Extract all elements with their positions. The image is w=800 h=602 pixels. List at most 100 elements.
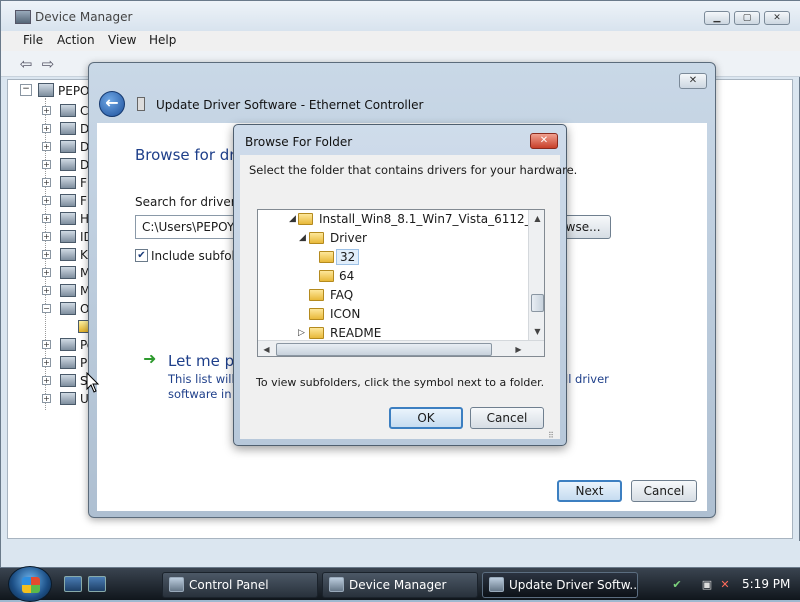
cancel-button[interactable]: Cancel: [631, 480, 697, 502]
folder-icon: [319, 270, 334, 282]
folder-tree-item-selected[interactable]: 32: [258, 248, 528, 267]
taskbar-button-device-manager[interactable]: Device Manager: [322, 572, 478, 598]
back-arrow-icon[interactable]: ⇦: [17, 55, 35, 73]
device-icon: [60, 104, 76, 117]
device-icon: [60, 122, 76, 135]
expand-icon[interactable]: +: [42, 124, 51, 133]
taskbar-button-label: Device Manager: [349, 578, 447, 592]
device-manager-titlebar[interactable]: Device Manager ▁ ▢ ✕: [1, 1, 800, 31]
folder-label: Driver: [330, 231, 367, 245]
close-button[interactable]: ✕: [530, 133, 558, 149]
clock[interactable]: 5:19 PM: [742, 577, 790, 591]
expand-icon[interactable]: +: [42, 376, 51, 385]
folder-tree[interactable]: ◢ Install_Win8_8.1_Win7_Vista_6112_03122…: [257, 209, 545, 357]
security-icon[interactable]: ✔: [670, 578, 684, 592]
tree-collapse-toggle[interactable]: −: [20, 84, 32, 96]
collapse-icon[interactable]: ◢: [289, 214, 296, 224]
ok-button[interactable]: OK: [389, 407, 463, 429]
browse-for-folder-dialog: Browse For Folder ✕ Select the folder th…: [233, 124, 577, 446]
device-icon: [60, 338, 76, 351]
device-icon: [137, 97, 145, 111]
folder-label: README: [330, 326, 382, 340]
folder-tree-item[interactable]: 64: [258, 267, 528, 286]
folder-tree-item[interactable]: ICON: [258, 305, 528, 324]
expand-icon[interactable]: +: [42, 106, 51, 115]
expand-icon[interactable]: +: [42, 286, 51, 295]
device-icon: [60, 140, 76, 153]
expand-icon[interactable]: +: [42, 340, 51, 349]
device-icon: [60, 302, 76, 315]
expand-icon[interactable]: +: [42, 142, 51, 151]
menu-bar: File Action View Help: [1, 31, 800, 51]
menu-view[interactable]: View: [102, 33, 142, 47]
dialog-title: Update Driver Software - Ethernet Contro…: [156, 98, 424, 112]
folder-icon: [309, 327, 324, 339]
expand-icon[interactable]: +: [42, 250, 51, 259]
forward-arrow-icon[interactable]: ⇨: [39, 55, 57, 73]
dialog-title: Browse For Folder: [245, 135, 353, 149]
folder-label: 32: [336, 249, 360, 265]
horizontal-scroll-thumb[interactable]: [276, 343, 492, 356]
hint-text: To view subfolders, click the symbol nex…: [256, 376, 545, 389]
minimize-button[interactable]: ▁: [704, 11, 730, 25]
status-bar: [1, 541, 800, 567]
taskbar-button-control-panel[interactable]: Control Panel: [162, 572, 318, 598]
device-manager-app-icon: [15, 10, 31, 24]
expand-icon[interactable]: +: [42, 232, 51, 241]
include-subfolders-checkbox[interactable]: ✔: [135, 249, 148, 262]
mouse-cursor-icon: [86, 372, 100, 393]
device-icon: [60, 248, 76, 261]
folder-icon: [298, 213, 313, 225]
collapse-icon[interactable]: −: [42, 304, 51, 313]
expand-icon[interactable]: +: [42, 196, 51, 205]
vertical-scroll-thumb[interactable]: [531, 294, 544, 312]
let-me-pick-description-tail: ll driver: [565, 372, 609, 386]
folder-icon: [309, 232, 324, 244]
scroll-down-icon[interactable]: ▼: [529, 323, 544, 340]
resize-grip-icon[interactable]: ⠿: [548, 431, 554, 440]
network-icon[interactable]: ▣: [700, 578, 714, 592]
close-button[interactable]: ✕: [764, 11, 790, 25]
start-button[interactable]: [8, 566, 52, 602]
folder-label: 64: [339, 269, 355, 283]
close-button[interactable]: ✕: [679, 73, 707, 89]
folder-tree-item[interactable]: ◢ Install_Win8_8.1_Win7_Vista_6112_03122: [258, 210, 544, 229]
taskbar-button-update-driver[interactable]: Update Driver Softw...: [482, 572, 638, 598]
show-desktop-icon[interactable]: [64, 576, 82, 592]
window-title: Device Manager: [35, 10, 133, 24]
device-icon: [60, 194, 76, 207]
instruction-text: Select the folder that contains drivers …: [249, 163, 578, 177]
expand-icon[interactable]: +: [42, 178, 51, 187]
next-button[interactable]: Next: [557, 480, 622, 502]
device-icon: [60, 392, 76, 405]
vertical-scrollbar[interactable]: ▲ ▼: [528, 210, 544, 340]
scroll-left-icon[interactable]: ◀: [258, 341, 275, 356]
folder-icon: [309, 308, 324, 320]
device-icon: [60, 212, 76, 225]
expand-icon[interactable]: ▷: [298, 328, 305, 338]
maximize-button[interactable]: ▢: [734, 11, 760, 25]
taskbar-button-label: Control Panel: [189, 578, 269, 592]
device-icon: [60, 284, 76, 297]
switch-windows-icon[interactable]: [88, 576, 106, 592]
expand-icon[interactable]: +: [42, 214, 51, 223]
expand-icon[interactable]: +: [42, 268, 51, 277]
expand-icon[interactable]: +: [42, 160, 51, 169]
expand-icon[interactable]: +: [42, 358, 51, 367]
computer-icon: [38, 83, 54, 97]
include-subfolders-label[interactable]: Include subfold: [151, 249, 243, 263]
folder-tree-item[interactable]: FAQ: [258, 286, 528, 305]
scroll-right-icon[interactable]: ▶: [510, 341, 527, 356]
back-arrow-icon[interactable]: ←: [99, 91, 125, 117]
collapse-icon[interactable]: ◢: [299, 233, 306, 243]
expand-icon[interactable]: +: [42, 394, 51, 403]
let-me-pick-description-line2: software in t: [168, 387, 240, 401]
horizontal-scrollbar[interactable]: ◀ ▶: [258, 340, 544, 356]
cancel-button[interactable]: Cancel: [470, 407, 544, 429]
menu-file[interactable]: File: [17, 33, 49, 47]
volume-muted-icon[interactable]: ✕: [718, 578, 732, 592]
folder-tree-item[interactable]: ◢ Driver: [258, 229, 528, 248]
menu-action[interactable]: Action: [51, 33, 101, 47]
scroll-up-icon[interactable]: ▲: [529, 210, 544, 227]
menu-help[interactable]: Help: [143, 33, 182, 47]
